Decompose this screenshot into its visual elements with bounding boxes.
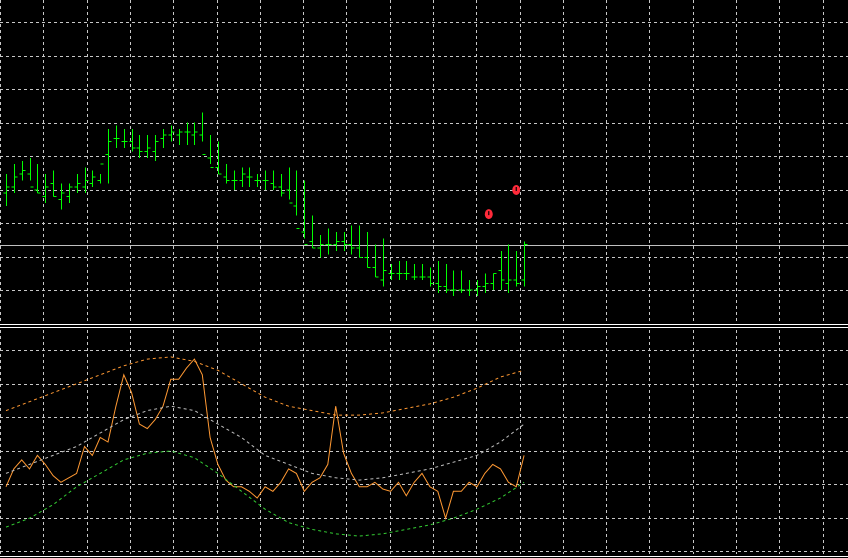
chart-background <box>0 0 848 558</box>
signal-marker-icon <box>512 184 521 195</box>
signal-marker-icon <box>484 209 493 220</box>
chart-canvas <box>0 0 848 558</box>
chart-window <box>0 0 848 558</box>
